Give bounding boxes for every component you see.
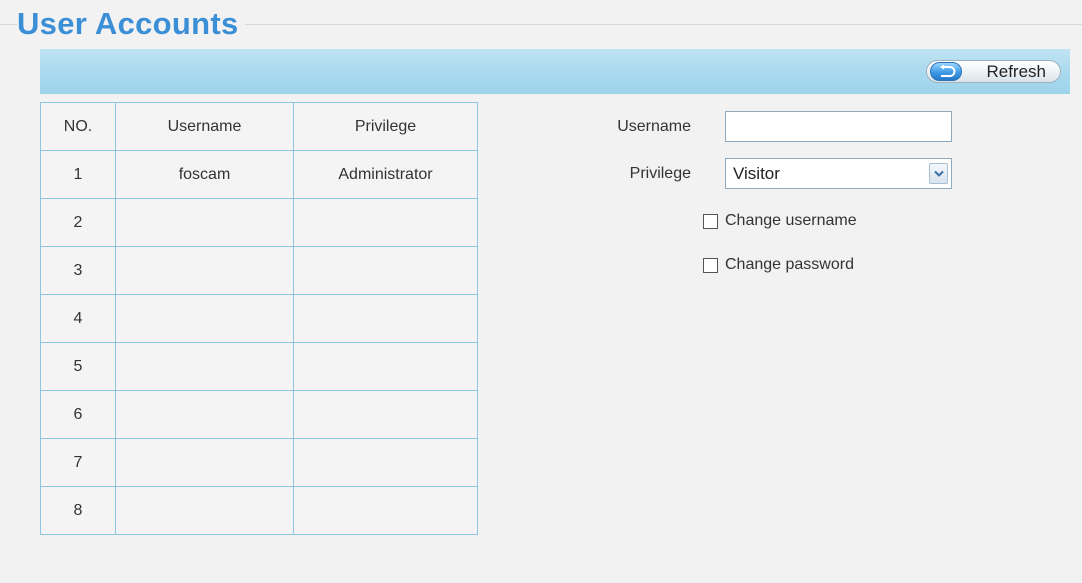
cell-privilege (293, 342, 478, 391)
table-row[interactable]: 1 foscam Administrator (40, 150, 478, 199)
table-row[interactable]: 4 (40, 294, 478, 343)
column-header-privilege: Privilege (293, 102, 478, 151)
cell-no: 4 (40, 294, 116, 343)
cell-username (115, 486, 294, 535)
table-row[interactable]: 6 (40, 390, 478, 439)
change-password-checkbox[interactable] (703, 258, 718, 273)
column-header-no: NO. (40, 102, 116, 151)
table-row[interactable]: 8 (40, 486, 478, 535)
change-username-checkbox[interactable] (703, 214, 718, 229)
cell-username (115, 198, 294, 247)
refresh-icon (930, 62, 962, 81)
cell-no: 8 (40, 486, 116, 535)
cell-privilege (293, 294, 478, 343)
change-username-label[interactable]: Change username (725, 212, 857, 230)
chevron-down-icon[interactable] (929, 163, 948, 184)
cell-no: 1 (40, 150, 116, 199)
cell-privilege (293, 486, 478, 535)
cell-privilege (293, 198, 478, 247)
table-row[interactable]: 7 (40, 438, 478, 487)
cell-no: 6 (40, 390, 116, 439)
cell-username (115, 342, 294, 391)
username-input[interactable] (725, 111, 952, 142)
cell-username (115, 438, 294, 487)
cell-no: 7 (40, 438, 116, 487)
cell-privilege (293, 438, 478, 487)
refresh-button[interactable]: Refresh (926, 60, 1061, 83)
privilege-label: Privilege (629, 165, 691, 182)
table-header-row: NO. Username Privilege (40, 102, 478, 151)
cell-username (115, 294, 294, 343)
table-row[interactable]: 2 (40, 198, 478, 247)
cell-username: foscam (115, 150, 294, 199)
cell-no: 3 (40, 246, 116, 295)
cell-username (115, 390, 294, 439)
user-accounts-table: NO. Username Privilege 1 foscam Administ… (40, 102, 478, 535)
cell-no: 2 (40, 198, 116, 247)
page-title: User Accounts (17, 6, 245, 42)
table-row[interactable]: 3 (40, 246, 478, 295)
username-label: Username (617, 118, 691, 135)
table-row[interactable]: 5 (40, 342, 478, 391)
cell-privilege (293, 390, 478, 439)
refresh-label: Refresh (986, 62, 1046, 81)
privilege-select[interactable]: Visitor (725, 158, 952, 189)
cell-username (115, 246, 294, 295)
privilege-selected-value: Visitor (733, 164, 780, 183)
cell-no: 5 (40, 342, 116, 391)
cell-privilege: Administrator (293, 150, 478, 199)
change-password-label[interactable]: Change password (725, 256, 854, 274)
toolbar: Refresh (40, 49, 1070, 94)
column-header-username: Username (115, 102, 294, 151)
cell-privilege (293, 246, 478, 295)
